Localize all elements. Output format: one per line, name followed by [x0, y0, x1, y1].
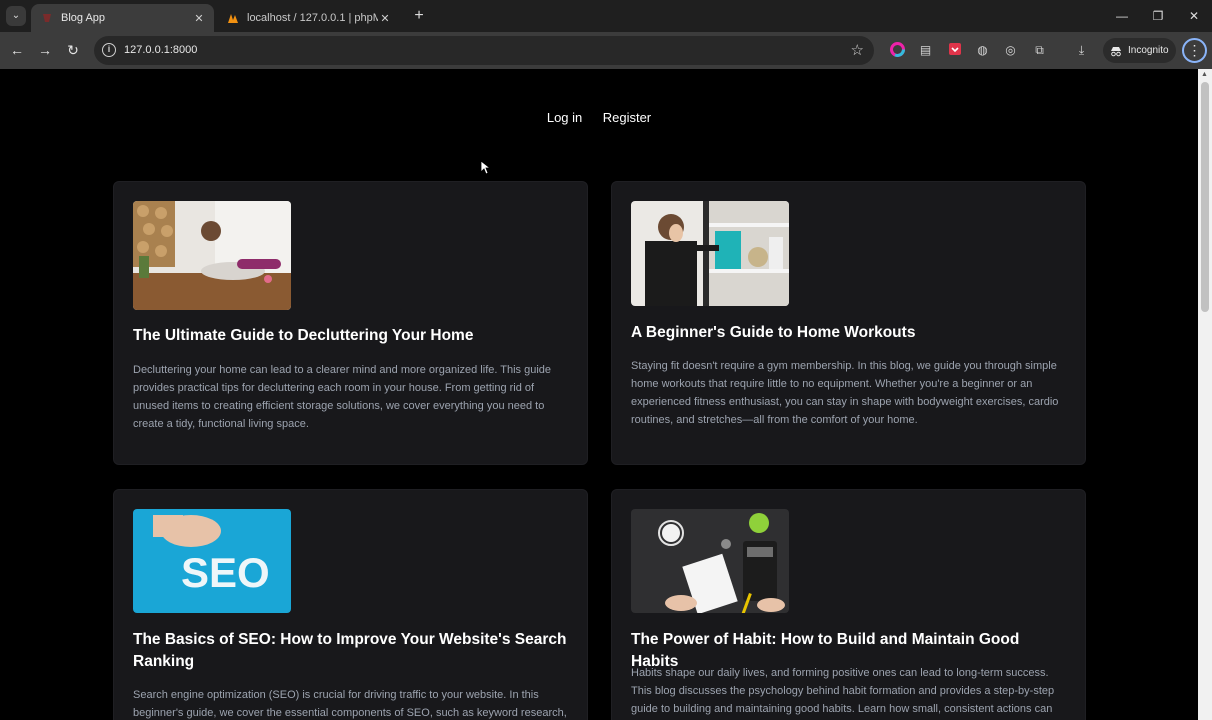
post-image[interactable]: SEO [133, 509, 291, 613]
post-card[interactable]: SEO The Basics of SEO: How to Improve Yo… [113, 489, 588, 720]
minimize-button[interactable]: — [1104, 0, 1140, 32]
post-card[interactable]: The Ultimate Guide to Decluttering Your … [113, 181, 588, 465]
tab-close-icon[interactable]: ✕ [192, 12, 206, 25]
post-excerpt: Habits shape our daily lives, and formin… [631, 667, 1055, 715]
target-extension-icon[interactable]: ◎ [1002, 42, 1019, 59]
post-excerpt: Decluttering your home can lead to a cle… [133, 364, 552, 430]
page-scrollbar[interactable]: ▲ [1198, 69, 1212, 720]
downloads-icon[interactable]: ⤓ [1073, 42, 1090, 59]
post-image[interactable] [133, 201, 291, 310]
top-nav: Log in Register [0, 109, 1198, 127]
url-text: 127.0.0.1:8000 [124, 44, 198, 56]
page-viewport: Log in Register The Ultimate Guide to De… [0, 69, 1198, 720]
phpmyadmin-favicon-icon [228, 14, 238, 23]
browser-menu-button[interactable]: ⋮ [1182, 38, 1207, 63]
post-image[interactable] [631, 509, 789, 613]
seo-image-text: SEO [181, 549, 270, 596]
globe-extension-icon[interactable]: ◍ [974, 42, 991, 59]
blog-favicon-icon [43, 14, 51, 22]
post-excerpt: Search engine optimization (SEO) is cruc… [133, 689, 567, 719]
site-info-icon[interactable]: i [102, 43, 116, 57]
post-card[interactable]: The Power of Habit: How to Build and Mai… [611, 489, 1086, 720]
tab-phpmyadmin[interactable]: localhost / 127.0.0.1 | phpMyAdmin ✕ [217, 4, 400, 32]
tab-strip: ⌄ Blog App ✕ localhost / 127.0.0.1 | php… [0, 0, 1212, 32]
post-image[interactable] [631, 201, 789, 306]
color-extension-icon[interactable] [889, 42, 906, 59]
incognito-label: Incognito [1128, 45, 1169, 56]
reload-button[interactable]: ↻ [62, 39, 84, 61]
extensions-puzzle-icon[interactable]: ⧉ [1031, 42, 1048, 59]
post-title[interactable]: The Basics of SEO: How to Improve Your W… [133, 629, 573, 673]
pocket-extension-icon[interactable] [946, 42, 963, 59]
scroll-up-icon[interactable]: ▲ [1201, 71, 1208, 78]
back-button[interactable]: ← [6, 39, 28, 61]
forward-button[interactable]: → [34, 39, 56, 61]
browser-toolbar: ← → ↻ i 127.0.0.1:8000 ☆ ▤ ◍ ◎ ⧉ ⤓ Incog… [0, 32, 1212, 69]
window-close-button[interactable]: ✕ [1176, 0, 1212, 32]
post-excerpt: Staying fit doesn't require a gym member… [631, 360, 1059, 426]
login-link[interactable]: Log in [547, 110, 582, 125]
post-title[interactable]: The Ultimate Guide to Decluttering Your … [133, 325, 573, 347]
tab-title: localhost / 127.0.0.1 | phpMyAdmin [247, 12, 378, 24]
restore-button[interactable]: ❐ [1140, 0, 1176, 32]
mouse-cursor-icon [481, 161, 491, 175]
bookmark-star-icon[interactable]: ☆ [851, 41, 864, 59]
tab-title: Blog App [61, 12, 106, 24]
tab-close-icon[interactable]: ✕ [378, 12, 392, 25]
incognito-icon [1111, 46, 1121, 56]
address-bar[interactable]: i 127.0.0.1:8000 ☆ [94, 36, 874, 65]
post-title[interactable]: A Beginner's Guide to Home Workouts [631, 322, 1071, 344]
tab-blog-app[interactable]: Blog App ✕ [31, 4, 214, 32]
incognito-badge[interactable]: Incognito [1103, 38, 1176, 63]
register-link[interactable]: Register [603, 110, 651, 125]
new-tab-button[interactable]: + [409, 6, 429, 26]
tab-search-button[interactable]: ⌄ [6, 6, 26, 26]
scrollbar-thumb[interactable] [1201, 82, 1209, 312]
post-card[interactable]: A Beginner's Guide to Home Workouts Stay… [611, 181, 1086, 465]
cards-extension-icon[interactable]: ▤ [917, 42, 934, 59]
